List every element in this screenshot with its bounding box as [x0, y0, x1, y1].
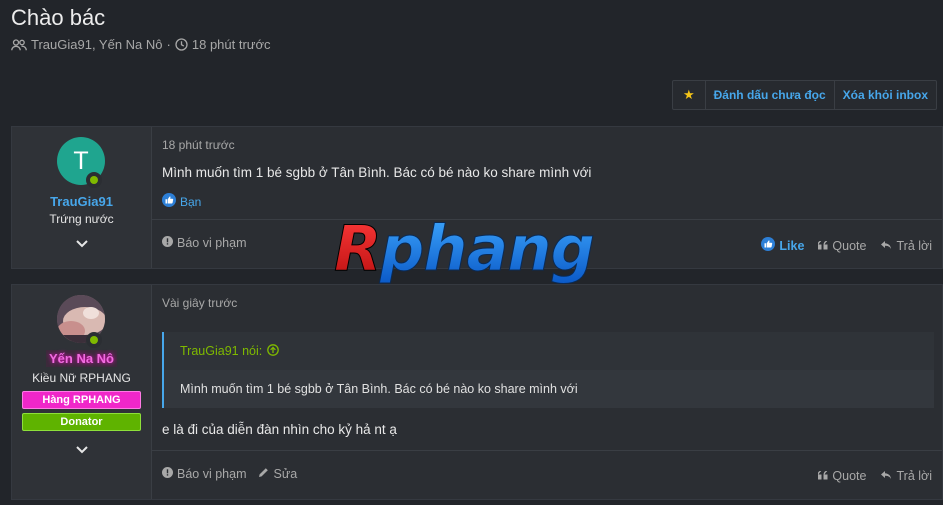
- svg-text:phang: phang: [379, 212, 594, 284]
- clock-icon: [175, 38, 188, 51]
- user-title: Kiều Nữ RPHANG: [32, 371, 131, 385]
- reply-icon: [880, 239, 892, 253]
- report-label: Báo vi phạm: [177, 467, 247, 481]
- message-text: Mình muốn tìm 1 bé sgbb ở Tân Bình. Bác …: [162, 165, 592, 180]
- edit-button[interactable]: Sửa: [258, 467, 297, 481]
- edit-label: Sửa: [273, 467, 298, 481]
- like-reaction-icon: [162, 193, 176, 210]
- quote-button[interactable]: Quote: [817, 237, 867, 254]
- post-body: Vài giây trước TrauGia91 nói: Mình muốn …: [152, 285, 942, 499]
- username[interactable]: TrauGia91: [12, 194, 151, 209]
- quote-text: Mình muốn tìm 1 bé sgbb ở Tân Bình. Bác …: [164, 370, 934, 408]
- user-sidebar: T TrauGia91 Trứng nước: [12, 127, 152, 268]
- svg-text:R: R: [334, 212, 381, 284]
- reaction-users[interactable]: Bạn: [180, 195, 201, 209]
- message-text: e là đi của diễn đàn nhìn cho kỷ hả nt ạ: [162, 422, 397, 437]
- chevron-down-icon[interactable]: [12, 443, 151, 458]
- like-label: Like: [779, 238, 805, 253]
- remove-inbox-button[interactable]: Xóa khỏi inbox: [833, 81, 936, 109]
- online-indicator-icon: [86, 332, 102, 348]
- conversation-actions: ★ Đánh dấu chưa đọc Xóa khỏi inbox: [671, 80, 937, 110]
- like-icon: [761, 237, 776, 254]
- arrow-up-circle-icon[interactable]: [267, 343, 280, 359]
- thread-meta: TrauGia91, Yến Na Nô · 18 phút trước: [11, 37, 271, 52]
- post-footer-right: Quote Trả lời: [817, 469, 932, 483]
- post-divider: [152, 450, 942, 451]
- user-title: Trứng nước: [49, 212, 114, 226]
- page-title: Chào bác: [11, 5, 106, 30]
- star-button[interactable]: ★: [673, 81, 705, 109]
- report-label: Báo vi phạm: [177, 236, 247, 250]
- rphang-watermark-logo: R phang: [334, 212, 596, 284]
- report-button[interactable]: Báo vi phạm: [162, 467, 246, 481]
- quote-button[interactable]: Quote: [817, 469, 867, 483]
- reply-label: Trả lời: [896, 469, 932, 483]
- post-time[interactable]: Vài giây trước: [162, 296, 237, 310]
- quote-author[interactable]: TrauGia91 nói:: [180, 344, 262, 358]
- quote-header[interactable]: TrauGia91 nói:: [164, 332, 934, 370]
- quote-label: Quote: [832, 238, 867, 253]
- quote-block: TrauGia91 nói: Mình muốn tìm 1 bé sgbb ở…: [162, 332, 934, 408]
- quote-icon: [817, 469, 828, 483]
- post-time[interactable]: 18 phút trước: [162, 138, 235, 152]
- participants-link[interactable]: TrauGia91, Yến Na Nô: [31, 37, 163, 52]
- online-indicator-icon: [86, 172, 102, 188]
- like-button[interactable]: Like: [761, 237, 804, 254]
- quote-icon: [817, 239, 828, 253]
- reply-button[interactable]: Trả lời: [880, 237, 932, 254]
- meta-separator: ·: [166, 37, 171, 52]
- participants-icon: [11, 38, 27, 51]
- user-sidebar: Yến Na Nô Kiều Nữ RPHANG Hàng RPHANG Don…: [12, 285, 152, 499]
- reply-button[interactable]: Trả lời: [880, 469, 932, 483]
- user-banner-donator: Donator: [22, 413, 141, 431]
- quote-label: Quote: [832, 469, 867, 483]
- reply-icon: [880, 469, 892, 483]
- mark-unread-button[interactable]: Đánh dấu chưa đọc: [704, 81, 834, 109]
- chevron-down-icon[interactable]: [12, 237, 151, 252]
- alert-icon: [162, 467, 173, 481]
- alert-icon: [162, 236, 173, 250]
- username-label: Yến Na Nô: [45, 350, 117, 367]
- message-post: Yến Na Nô Kiều Nữ RPHANG Hàng RPHANG Don…: [11, 284, 943, 500]
- star-icon: ★: [682, 87, 695, 102]
- post-footer-left: Báo vi phạm: [162, 236, 246, 250]
- reply-label: Trả lời: [896, 238, 932, 253]
- reaction-bar[interactable]: Bạn: [162, 193, 201, 210]
- thread-time[interactable]: 18 phút trước: [192, 37, 271, 52]
- username[interactable]: Yến Na Nô: [12, 350, 151, 367]
- report-button[interactable]: Báo vi phạm: [162, 236, 246, 250]
- user-banner-hang: Hàng RPHANG: [22, 391, 141, 409]
- post-footer-left: Báo vi phạm Sửa: [162, 467, 297, 481]
- post-footer-right: Like Quote Trả lời: [761, 237, 932, 254]
- pencil-icon: [258, 467, 269, 481]
